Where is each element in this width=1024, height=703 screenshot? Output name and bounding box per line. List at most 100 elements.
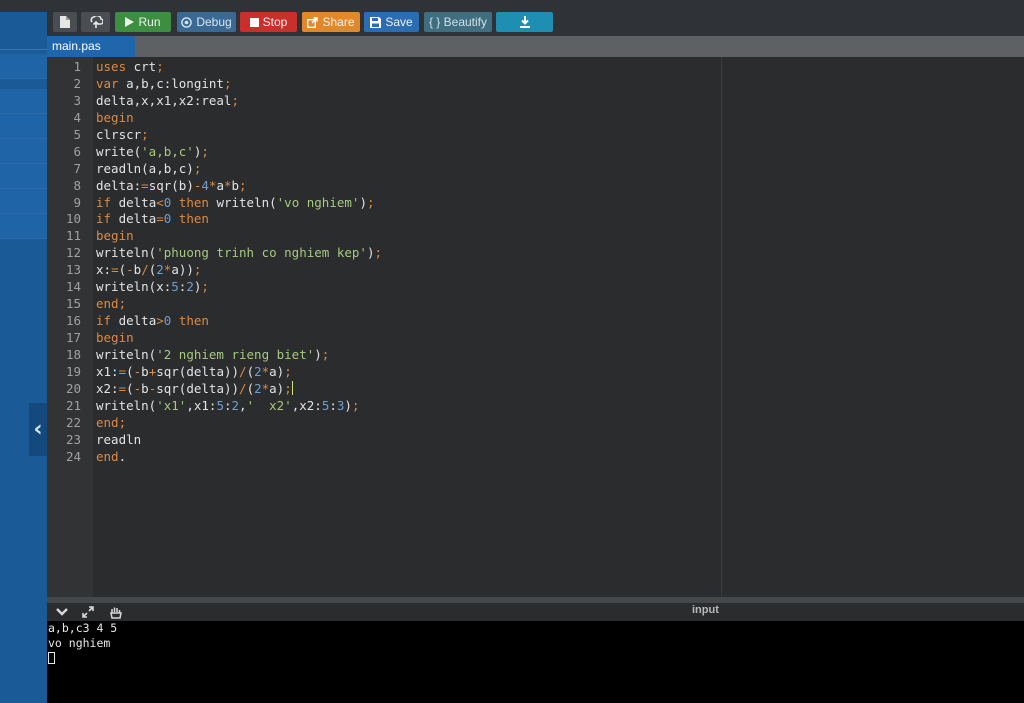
line-text[interactable]: writeln('x1',x1:5:2,' x2',x2:5:3); <box>96 398 359 415</box>
sidebar-row[interactable] <box>0 139 47 164</box>
open-project-button[interactable] <box>81 12 110 32</box>
code-line[interactable]: 15 end; <box>47 296 1024 313</box>
line-number: 9 <box>73 194 81 210</box>
share-button[interactable]: Share <box>302 12 360 32</box>
sidebar-row[interactable] <box>0 164 47 189</box>
code-line[interactable]: 4 begin <box>47 110 1024 127</box>
sidebar-row[interactable] <box>0 214 47 239</box>
line-text[interactable]: begin <box>96 228 134 245</box>
line-text[interactable]: if delta<0 then writeln('vo nghiem'); <box>96 195 375 212</box>
line-text[interactable]: x1:=(-b+sqr(delta))/(2*a); <box>96 364 292 381</box>
stop-button[interactable]: Stop <box>240 12 297 32</box>
console-output[interactable]: a,b,c3 4 5 vo nghiem <box>47 621 1024 703</box>
code-line[interactable]: 20 x2:=(-b-sqr(delta))/(2*a); <box>47 380 1024 398</box>
code-line[interactable]: 9 if delta<0 then writeln('vo nghiem'); <box>47 195 1024 212</box>
line-number: 14 <box>65 279 81 295</box>
input-label[interactable]: input <box>692 603 719 617</box>
debug-icon <box>181 16 193 28</box>
code-line[interactable]: 17 begin <box>47 330 1024 347</box>
line-number: 17 <box>65 330 81 345</box>
line-text[interactable]: writeln('phuong trinh co nghiem kep'); <box>96 245 382 262</box>
debug-button[interactable]: Debug <box>177 12 236 32</box>
line-text[interactable]: delta:=sqr(b)-4*a*b; <box>96 178 247 195</box>
expand-icon[interactable] <box>80 604 96 620</box>
line-number: 19 <box>65 363 81 379</box>
code-line[interactable]: 22 end; <box>47 415 1024 432</box>
line-text[interactable]: if delta>0 then <box>96 313 209 330</box>
code-line[interactable]: 3 delta,x,x1,x2:real; <box>47 93 1024 110</box>
line-text[interactable]: var a,b,c:longint; <box>96 76 231 93</box>
line-number: 21 <box>65 397 81 413</box>
code-line[interactable]: 19 x1:=(-b+sqr(delta))/(2*a); <box>47 364 1024 381</box>
code-line[interactable]: 16 if delta>0 then <box>47 313 1024 330</box>
chevron-down-icon[interactable] <box>54 604 70 620</box>
line-text[interactable]: x2:=(-b-sqr(delta))/(2*a); <box>96 380 293 398</box>
toolbar: Run Debug Stop Share Save { } Beautify <box>47 12 1024 36</box>
file-tab-bar: main.pas <box>47 36 1024 57</box>
line-text[interactable]: end. <box>96 449 126 466</box>
download-button[interactable] <box>496 12 553 32</box>
code-line[interactable]: 11 begin <box>47 228 1024 245</box>
code-line[interactable]: 5 clrscr; <box>47 127 1024 144</box>
line-number: 12 <box>65 245 81 261</box>
line-text[interactable]: end; <box>96 415 126 432</box>
line-text[interactable]: begin <box>96 110 134 127</box>
line-text[interactable]: end; <box>96 296 126 313</box>
code-line[interactable]: 1 uses crt; <box>47 59 1024 76</box>
line-text[interactable]: delta,x,x1,x2:real; <box>96 93 239 110</box>
file-tab[interactable]: main.pas <box>47 36 135 57</box>
line-text[interactable]: readln(a,b,c); <box>96 161 201 178</box>
code-line[interactable]: 8 delta:=sqr(b)-4*a*b; <box>47 178 1024 195</box>
line-text[interactable]: uses crt; <box>96 59 164 76</box>
line-number: 24 <box>65 448 81 464</box>
line-number: 7 <box>73 160 81 176</box>
file-icon <box>60 16 70 28</box>
upload-icon <box>89 16 103 28</box>
save-button[interactable]: Save <box>364 12 419 32</box>
code-line[interactable]: 12 writeln('phuong trinh co nghiem kep'); <box>47 245 1024 262</box>
code-line[interactable]: 21 writeln('x1',x1:5:2,' x2',x2:5:3); <box>47 398 1024 415</box>
line-text[interactable]: writeln(x:5:2); <box>96 279 209 296</box>
sidebar-row[interactable] <box>0 114 47 139</box>
code-line[interactable]: 14 writeln(x:5:2); <box>47 279 1024 296</box>
code-line[interactable]: 13 x:=(-b/(2*a)); <box>47 262 1024 279</box>
terminal-cursor <box>48 652 55 664</box>
line-text[interactable]: writeln('2 nghiem rieng biet'); <box>96 347 329 364</box>
code-line[interactable]: 7 readln(a,b,c); <box>47 161 1024 178</box>
line-text[interactable]: readln <box>96 432 141 449</box>
run-button[interactable]: Run <box>115 12 171 32</box>
line-number: 18 <box>65 346 81 362</box>
line-text[interactable]: x:=(-b/(2*a)); <box>96 262 201 279</box>
line-number: 5 <box>73 126 81 142</box>
line-number: 11 <box>65 228 81 244</box>
line-number: 8 <box>73 177 81 193</box>
line-number: 16 <box>65 313 81 329</box>
line-text[interactable]: begin <box>96 330 134 347</box>
code-line[interactable]: 23 readln <box>47 432 1024 449</box>
code-line[interactable]: 10 if delta=0 then <box>47 211 1024 228</box>
new-file-button[interactable] <box>53 12 77 32</box>
code-line[interactable]: 6 write('a,b,c'); <box>47 144 1024 161</box>
sidebar-row[interactable] <box>0 89 47 114</box>
line-number: 2 <box>73 75 81 91</box>
collapse-sidebar-button[interactable]: ‹ <box>29 403 47 456</box>
line-text[interactable]: clrscr; <box>96 127 149 144</box>
sidebar-row[interactable] <box>0 189 47 214</box>
line-number: 10 <box>65 211 81 227</box>
line-number: 6 <box>73 143 81 159</box>
code-editor[interactable]: 1 uses crt; 2 var a,b,c:longint; 3 delta,x,x1… <box>47 57 1024 597</box>
beautify-button[interactable]: { } Beautify <box>424 12 492 32</box>
share-icon <box>307 16 319 28</box>
code-line[interactable]: 2 var a,b,c:longint; <box>47 76 1024 93</box>
line-text[interactable]: if delta=0 then <box>96 211 209 228</box>
download-icon <box>519 16 531 28</box>
clear-console-icon[interactable] <box>107 604 123 620</box>
code-line[interactable]: 18 writeln('2 nghiem rieng biet'); <box>47 347 1024 364</box>
share-label: Share <box>322 15 355 29</box>
code-lines[interactable]: 1 uses crt; 2 var a,b,c:longint; 3 delta,x,x1… <box>47 59 1024 466</box>
sidebar-row[interactable] <box>0 54 47 79</box>
run-label: Run <box>138 15 161 29</box>
code-line[interactable]: 24 end. <box>47 449 1024 466</box>
line-text[interactable]: write('a,b,c'); <box>96 144 209 161</box>
line-number: 15 <box>65 296 81 312</box>
